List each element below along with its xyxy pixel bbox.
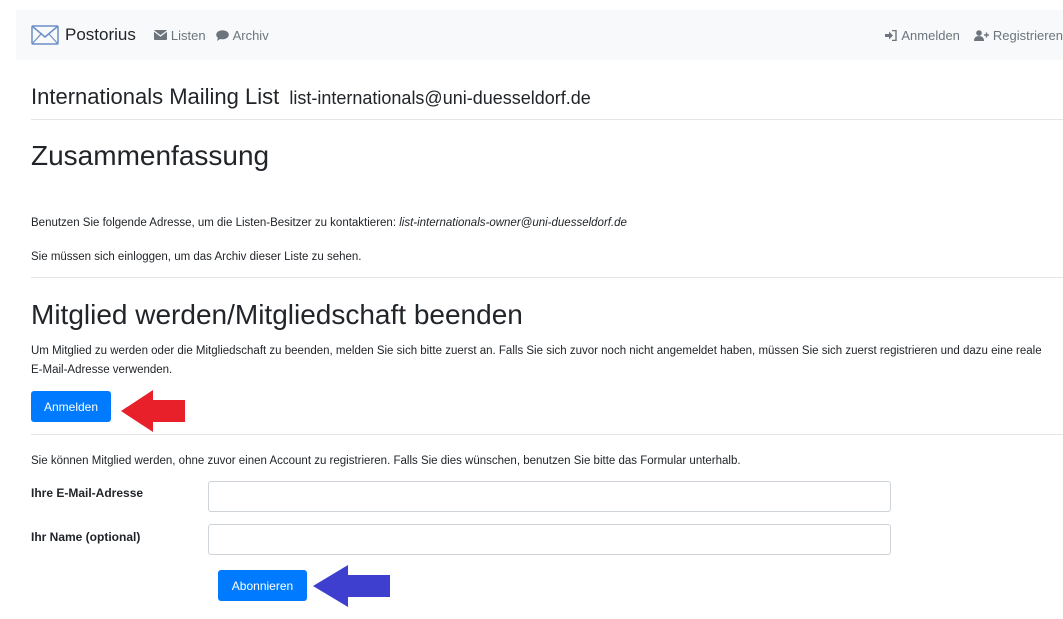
owner-address: list-internationals-owner@uni-duesseldor…: [399, 217, 627, 229]
divider: [31, 434, 1063, 435]
divider: [31, 119, 1063, 120]
envelope-logo-icon: [31, 25, 59, 45]
comment-icon: [215, 29, 229, 41]
membership-intro: Um Mitglied zu werden oder die Mitglieds…: [31, 345, 1042, 376]
membership-heading: Mitglied werden/Mitgliedschaft beenden: [31, 299, 523, 330]
nav-lists[interactable]: Listen: [153, 27, 206, 43]
user-plus-icon: [973, 29, 989, 41]
nav-right: Anmelden Registrieren: [871, 28, 1063, 43]
brand-link[interactable]: Postorius: [31, 25, 136, 45]
red-arrow-annotation: [121, 390, 185, 432]
nav-archive[interactable]: Archiv: [215, 27, 269, 43]
list-header: Internationals Mailing List list-interna…: [31, 84, 591, 110]
nav-register[interactable]: Registrieren: [973, 27, 1063, 43]
login-button[interactable]: Anmelden: [31, 391, 111, 422]
envelope-icon: [153, 30, 167, 40]
anonymous-text: Sie können Mitglied werden, ohne zuvor e…: [31, 455, 741, 467]
sign-in-icon: [885, 29, 898, 41]
list-name: Internationals Mailing List: [31, 84, 280, 109]
navbar: Postorius Listen Archiv Anmelden Registr…: [16, 10, 1063, 60]
summary-heading: Zusammenfassung: [31, 140, 270, 171]
nav-login-label: Anmelden: [901, 27, 960, 43]
contact-paragraph: Benutzen Sie folgende Adresse, um die Li…: [31, 214, 627, 233]
divider: [31, 277, 1063, 278]
email-label: Ihre E-Mail-Adresse: [31, 486, 144, 500]
nav-register-label: Registrieren: [992, 27, 1063, 43]
brand-name: Postorius: [65, 25, 136, 44]
name-input[interactable]: [208, 524, 891, 555]
nav-archive-label: Archiv: [232, 27, 269, 43]
email-input[interactable]: [208, 481, 891, 512]
archive-notice: Sie müssen sich einloggen, um das Archiv…: [31, 251, 362, 263]
nav-lists-label: Listen: [170, 27, 206, 43]
blue-arrow-annotation: [313, 565, 390, 607]
list-address: list-internationals@uni-duesseldorf.de: [289, 88, 591, 108]
contact-text: Benutzen Sie folgende Adresse, um die Li…: [31, 217, 400, 229]
name-label: Ihr Name (optional): [31, 530, 141, 544]
subscribe-button[interactable]: Abonnieren: [218, 570, 307, 601]
nav-login[interactable]: Anmelden: [885, 28, 960, 43]
